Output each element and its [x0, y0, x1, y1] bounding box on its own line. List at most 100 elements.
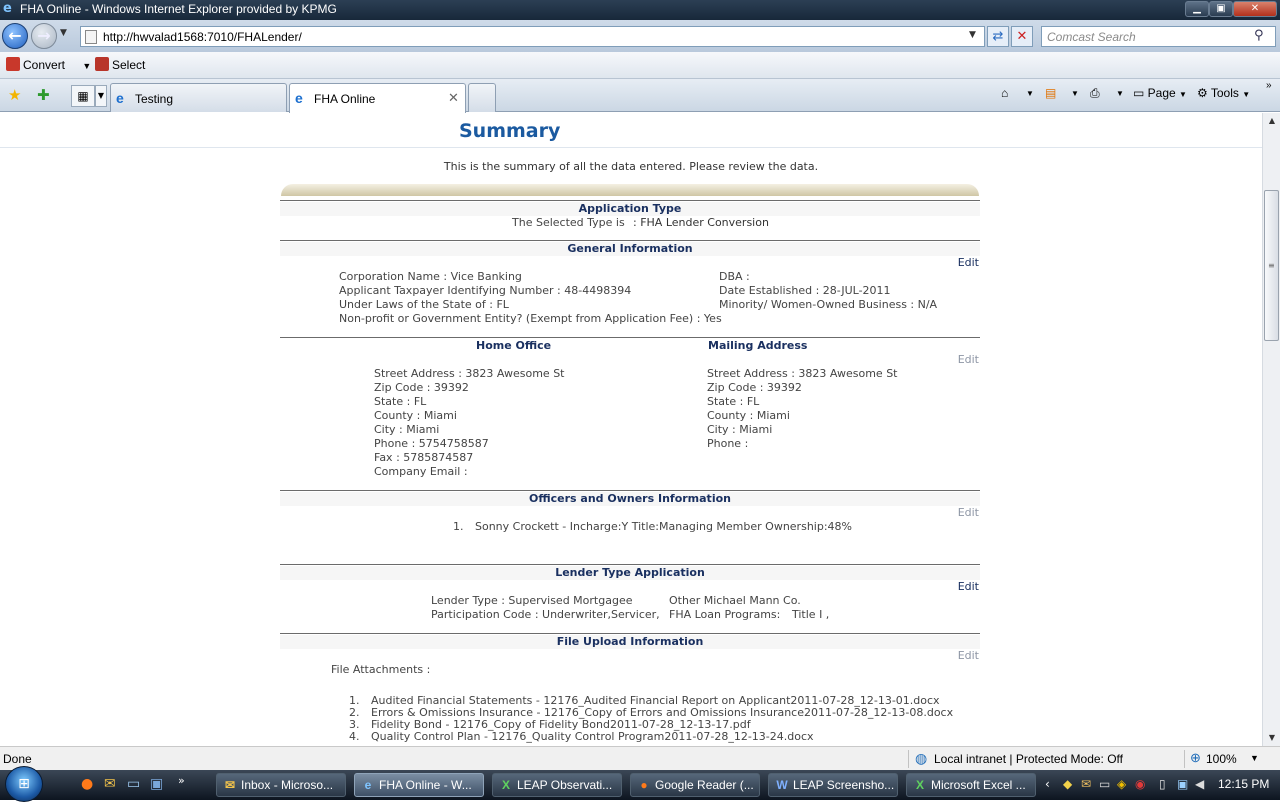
minority-owned: Minority/ Women-Owned Business : N/A: [719, 298, 938, 311]
zoom-level[interactable]: 100%: [1206, 752, 1237, 766]
print-icon[interactable]: ⎙: [1090, 86, 1100, 101]
refresh-button[interactable]: ⇄: [987, 26, 1009, 47]
tab-fha-online[interactable]: e FHA Online ✕: [289, 83, 466, 113]
toolbar-overflow-icon[interactable]: »: [1266, 80, 1272, 91]
taskbar-button-leap-observation[interactable]: X LEAP Observati...: [492, 773, 622, 797]
quick-tabs-button[interactable]: ▦: [71, 85, 95, 107]
edit-officers-link[interactable]: Edit: [930, 506, 979, 519]
taskbar-button-google-reader[interactable]: ● Google Reader (...: [630, 773, 760, 797]
taskbar-button-fha-online[interactable]: e FHA Online - W...: [354, 773, 484, 797]
address-box[interactable]: ▼: [80, 26, 985, 47]
pdf-select-icon: [95, 57, 109, 71]
file-attachments-label: File Attachments :: [331, 663, 431, 676]
favorites-star-icon[interactable]: ★: [8, 86, 21, 104]
page-menu-label: Page: [1147, 86, 1176, 100]
clock[interactable]: 12:15 PM: [1218, 777, 1269, 791]
page-menu-button[interactable]: ▭ Page ▼: [1133, 86, 1187, 100]
search-input[interactable]: [1047, 29, 1242, 45]
url-dropdown-icon[interactable]: ▼: [969, 30, 976, 40]
taskbar-button-label: Google Reader (...: [655, 778, 754, 792]
recent-pages-dropdown-icon[interactable]: ▼: [60, 28, 67, 38]
divider: [280, 240, 980, 241]
taskbar-button-label: LEAP Screensho...: [793, 778, 895, 792]
start-button[interactable]: ⊞: [5, 766, 43, 802]
tab-list-dropdown[interactable]: ▼: [95, 85, 107, 107]
mail-phone: Phone :: [707, 437, 749, 450]
convert-button[interactable]: Convert ▼: [6, 57, 91, 72]
scroll-down-icon[interactable]: ▼: [1264, 730, 1280, 746]
participation-code: Participation Code : Underwriter,Service…: [431, 608, 660, 621]
search-icon[interactable]: ⚲: [1254, 28, 1264, 43]
stop-button[interactable]: ✕: [1011, 26, 1033, 47]
network-icon[interactable]: ▣: [150, 776, 163, 792]
taskbar-button-microsoft-excel[interactable]: X Microsoft Excel ...: [906, 773, 1036, 797]
edit-general-information-link[interactable]: Edit: [930, 256, 979, 269]
divider: [908, 750, 909, 768]
antivirus-icon[interactable]: ◉: [1135, 777, 1145, 791]
security-icon[interactable]: ◆: [1063, 777, 1072, 791]
taskbar-button-label: FHA Online - W...: [379, 778, 472, 792]
network-tray-icon[interactable]: ▣: [1177, 777, 1188, 791]
taskbar-button-inbox[interactable]: ✉ Inbox - Microso...: [216, 773, 346, 797]
add-favorites-icon[interactable]: ✚: [37, 86, 50, 104]
volume-icon[interactable]: ◀: [1195, 777, 1204, 791]
zoom-icon[interactable]: ⊕: [1190, 750, 1201, 766]
security-zone[interactable]: Local intranet | Protected Mode: Off: [934, 752, 1123, 766]
quick-launch-overflow-icon[interactable]: »: [178, 773, 185, 789]
scroll-thumb[interactable]: ≡: [1264, 190, 1279, 341]
taskbar-button-label: LEAP Observati...: [517, 778, 613, 792]
shield-icon[interactable]: ◈: [1117, 777, 1126, 791]
scroll-up-icon[interactable]: ▲: [1264, 113, 1280, 129]
tray-expand-icon[interactable]: ‹: [1045, 777, 1050, 791]
url-input[interactable]: [103, 29, 963, 45]
firefox-icon[interactable]: ●: [81, 776, 93, 792]
chevron-down-icon[interactable]: ▼: [1116, 89, 1124, 98]
back-button[interactable]: ←: [2, 23, 28, 49]
edit-file-upload-link[interactable]: Edit: [930, 649, 979, 662]
home-email: Company Email :: [374, 465, 468, 478]
minimize-button[interactable]: ▁: [1185, 1, 1209, 17]
pdf-convert-icon: [6, 57, 20, 71]
select-button[interactable]: Select: [95, 57, 145, 72]
divider: [0, 147, 1262, 148]
other-lender: Other Michael Mann Co.: [669, 594, 801, 607]
divider: [280, 564, 980, 565]
tools-menu-label: Tools: [1210, 86, 1239, 100]
intro-text: This is the summary of all the data ente…: [443, 160, 819, 173]
display-icon[interactable]: ▭: [1099, 777, 1110, 791]
window-title-bar[interactable]: e FHA Online - Windows Internet Explorer…: [0, 0, 1280, 20]
chevron-down-icon[interactable]: ▼: [1250, 753, 1259, 763]
home-phone: Phone : 5754758587: [374, 437, 489, 450]
chevron-down-icon[interactable]: ▼: [1071, 89, 1079, 98]
vertical-scrollbar[interactable]: ▲ ≡ ▼: [1262, 113, 1280, 746]
edit-lender-type-link[interactable]: Edit: [930, 580, 979, 593]
home-icon[interactable]: ⌂: [1001, 86, 1008, 100]
new-tab-button[interactable]: [468, 83, 496, 112]
taskbar-button-leap-screenshots[interactable]: W LEAP Screensho...: [768, 773, 898, 797]
edit-address-link[interactable]: Edit: [930, 353, 979, 366]
device-icon[interactable]: ▯: [1159, 777, 1166, 791]
ie-icon: e: [3, 1, 12, 16]
officer-number: 1.: [453, 520, 464, 533]
chevron-down-icon[interactable]: ▼: [1026, 89, 1034, 98]
search-box[interactable]: ⚲: [1041, 26, 1276, 47]
tools-menu-button[interactable]: ⚙ Tools ▼: [1197, 86, 1250, 100]
forward-button[interactable]: →: [31, 23, 57, 49]
close-tab-icon[interactable]: ✕: [448, 90, 459, 106]
feeds-icon[interactable]: ▤: [1045, 86, 1056, 100]
maximize-button[interactable]: ▣: [1209, 1, 1233, 17]
mail-street: Street Address : 3823 Awesome St: [707, 367, 898, 380]
corporation-name: Corporation Name : Vice Banking: [339, 270, 522, 283]
mail-county: County : Miami: [707, 409, 790, 422]
officer-entry: Sonny Crockett - Incharge:Y Title:Managi…: [475, 520, 852, 533]
taxpayer-id: Applicant Taxpayer Identifying Number : …: [339, 284, 632, 297]
desktop-icon[interactable]: ▭: [127, 776, 140, 792]
home-county: County : Miami: [374, 409, 457, 422]
file-number: 4.: [349, 730, 360, 743]
outlook-icon[interactable]: ✉: [104, 776, 116, 792]
close-window-button[interactable]: ✕: [1233, 1, 1277, 17]
mailing-address-heading: Mailing Address: [708, 339, 808, 352]
outlook-tray-icon[interactable]: ✉: [1081, 777, 1091, 791]
tab-testing[interactable]: e Testing: [110, 83, 287, 112]
page-icon: [85, 30, 97, 44]
